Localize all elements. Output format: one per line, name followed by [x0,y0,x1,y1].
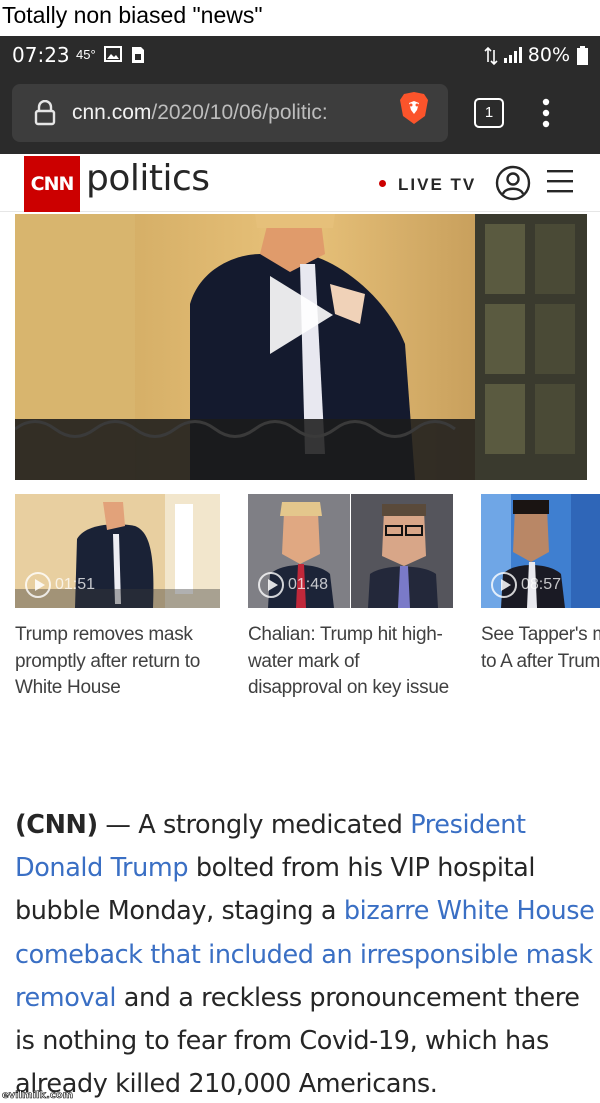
video-duration: 01:51 [55,576,96,593]
video-title[interactable]: Chalian: Trump hit high-water mark of di… [248,622,453,702]
hamburger-menu-icon[interactable] [547,168,573,199]
lock-icon[interactable] [34,99,56,131]
live-tv-link[interactable]: LIVE TV [398,175,476,195]
url-host: cnn.com [72,101,152,124]
video-thumbnail[interactable]: 08:57 [481,494,600,608]
video-title[interactable]: Trump removes mask promptly after return… [15,622,220,702]
tab-switcher-button[interactable]: 1 [474,98,504,128]
live-indicator-dot [379,180,386,187]
brave-shields-icon[interactable] [398,90,430,131]
video-thumbnail[interactable]: 01:48 [248,494,453,608]
battery-level: 80% [527,44,570,66]
status-bar: 07:23 45° 80% [0,36,600,74]
hero-video-frame [15,214,587,480]
section-title[interactable]: politics [86,158,210,199]
overflow-menu-icon[interactable] [541,98,551,133]
article-text: A strongly medicated [138,810,411,840]
video-card[interactable]: 08:57 See Tapper's message to A after Tr… [481,494,600,675]
video-card[interactable]: 01:48 Chalian: Trump hit high-water mark… [248,494,453,702]
article-dash: — [97,810,139,840]
status-time: 07:23 [12,43,70,67]
watermark: evilmilk.com [2,1090,74,1102]
article-dateline: (CNN) [15,810,98,840]
play-circle-icon [258,572,284,598]
gallery-icon [104,46,122,67]
user-account-icon[interactable] [495,165,531,206]
post-caption: Totally non biased "news" [2,2,263,28]
url-text[interactable]: cnn.com/2020/10/06/politic: [72,101,382,125]
status-temperature: 45° [76,47,96,62]
hero-video[interactable] [15,214,587,480]
address-bar[interactable]: cnn.com/2020/10/06/politic: [12,84,448,142]
battery-icon [577,46,588,70]
video-thumbnail[interactable]: 01:51 [15,494,220,608]
video-duration: 08:57 [521,576,562,593]
browser-toolbar: cnn.com/2020/10/06/politic: 1 [0,74,600,154]
sim-icon [130,46,146,69]
signal-icon [503,46,523,69]
url-path: /2020/10/06/politic: [151,101,328,124]
related-videos: 01:51 Trump removes mask promptly after … [15,494,600,734]
video-duration: 01:48 [288,576,329,593]
site-header: CNN politics LIVE TV [0,154,600,212]
article-body: (CNN) — A strongly medicated President D… [15,804,595,1103]
play-circle-icon [25,572,51,598]
video-title[interactable]: See Tapper's message to A after Trump's … [481,622,600,675]
cnn-logo[interactable]: CNN [24,156,80,212]
video-card[interactable]: 01:51 Trump removes mask promptly after … [15,494,220,702]
play-circle-icon [491,572,517,598]
data-arrows-icon [484,46,498,71]
